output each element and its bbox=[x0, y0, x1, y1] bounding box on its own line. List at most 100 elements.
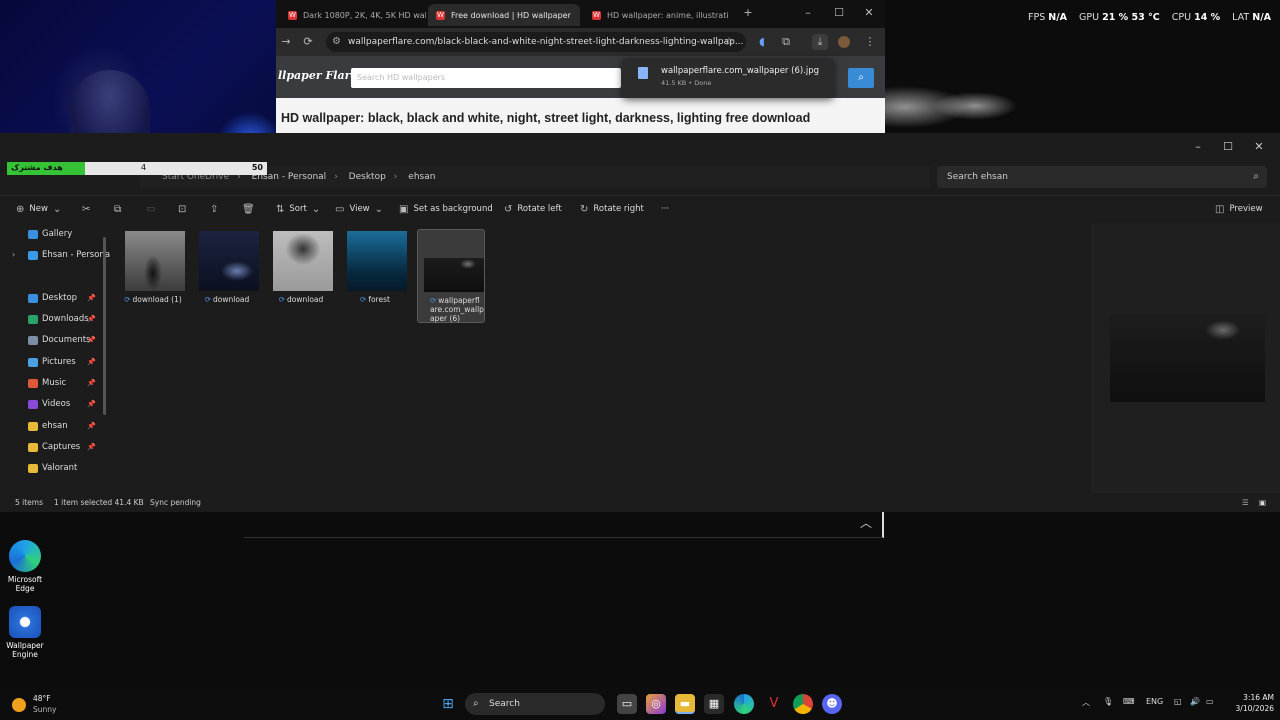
cpu-value: 14 % bbox=[1194, 12, 1221, 23]
minimize-button[interactable]: – bbox=[800, 5, 816, 21]
bookmark-star-icon[interactable]: ☆ bbox=[721, 34, 737, 50]
sidebar-item-captures[interactable]: Captures 📌 bbox=[28, 438, 104, 456]
valorant-icon[interactable]: V bbox=[764, 694, 784, 714]
sidebar-item-gallery[interactable]: Gallery bbox=[28, 225, 104, 243]
sidebar-item-pictures[interactable]: Pictures 📌 bbox=[28, 353, 104, 371]
close-window-button[interactable]: ✕ bbox=[861, 5, 877, 21]
download-icon bbox=[28, 314, 38, 324]
navigation-pane: Gallery Ehsan - Persona › Desktop 📌 Downl… bbox=[0, 223, 110, 493]
rotate-left-button[interactable]: ↺ Rotate left bbox=[504, 200, 562, 218]
taskbar-search[interactable]: ⌕ Search bbox=[465, 693, 605, 715]
extension-icon[interactable]: ◖ bbox=[754, 34, 770, 50]
sidebar-item-documents[interactable]: Documents 📌 bbox=[28, 331, 104, 349]
profile-avatar[interactable] bbox=[838, 36, 850, 48]
file-item-selected[interactable]: ⟳ wallpaperflare.com_wallpaper (6) bbox=[417, 229, 485, 323]
download-filename[interactable]: wallpaperflare.com_wallpaper (6).jpg bbox=[661, 66, 819, 76]
address-bar[interactable]: ⚙ wallpaperflare.com/black-black-and-whi… bbox=[326, 32, 746, 52]
reload-icon[interactable]: ⟳ bbox=[300, 34, 316, 50]
menu-kebab-icon[interactable]: ⋮ bbox=[862, 34, 878, 50]
tray-overflow-icon[interactable]: ︿ bbox=[1082, 697, 1090, 708]
download-popup[interactable]: wallpaperflare.com_wallpaper (6).jpg 41.… bbox=[622, 58, 834, 98]
volume-icon[interactable]: 🔊 bbox=[1190, 697, 1200, 706]
site-info-icon[interactable]: ⚙ bbox=[332, 32, 341, 52]
share-button[interactable]: ⇪ bbox=[210, 200, 218, 218]
view-label: View bbox=[349, 204, 370, 214]
edge-icon[interactable] bbox=[734, 694, 754, 714]
breadcrumb-item[interactable]: ehsan bbox=[408, 172, 435, 182]
sidebar-item-music[interactable]: Music 📌 bbox=[28, 374, 104, 392]
sidebar-item-downloads[interactable]: Downloads 📌 bbox=[28, 310, 104, 328]
details-view-icon[interactable]: ☰ bbox=[1242, 493, 1249, 512]
desktop-shortcut-edge[interactable]: Microsoft Edge bbox=[0, 540, 50, 593]
breadcrumb-item[interactable]: Desktop bbox=[349, 172, 386, 182]
sidebar-item-label: Videos bbox=[42, 399, 71, 409]
tiles-view-icon[interactable]: ▣ bbox=[1259, 493, 1266, 512]
site-logo[interactable]: llpaper Flare bbox=[278, 69, 357, 82]
site-search-input[interactable]: Search HD wallpapers bbox=[351, 68, 621, 88]
explorer-search-input[interactable]: Search ehsan ⌕ bbox=[937, 166, 1267, 188]
discord-icon[interactable]: ☻ bbox=[822, 694, 842, 714]
rotate-right-button[interactable]: ↻ Rotate right bbox=[580, 200, 644, 218]
forward-icon[interactable]: → bbox=[278, 34, 294, 50]
page-heading: HD wallpaper: black, black and white, ni… bbox=[281, 111, 811, 125]
rename-button[interactable]: ⊡ bbox=[178, 200, 186, 218]
language-indicator[interactable]: ENG bbox=[1146, 697, 1163, 706]
keyboard-icon[interactable]: ⌨ bbox=[1123, 697, 1135, 706]
network-icon[interactable]: ◱ bbox=[1174, 697, 1182, 706]
maximize-button[interactable]: ☐ bbox=[1213, 137, 1243, 157]
tab-anime-wallpaper[interactable]: W HD wallpaper: anime, illustrati ✕ bbox=[584, 4, 736, 26]
copilot-icon[interactable]: ◎ bbox=[646, 694, 666, 714]
paste-button[interactable]: ▭ bbox=[146, 200, 155, 218]
sidebar-item-valorant[interactable]: Valorant bbox=[28, 459, 104, 477]
store-icon[interactable]: ▦ bbox=[704, 694, 724, 714]
minimize-button[interactable]: – bbox=[1183, 137, 1213, 157]
tab-dark-wallpapers[interactable]: W Dark 1080P, 2K, 4K, 5K HD wal ✕ bbox=[280, 4, 426, 26]
desktop-shortcut-wallpaper-engine[interactable]: Wallpaper Engine bbox=[0, 606, 50, 659]
sidebar-item-videos[interactable]: Videos 📌 bbox=[28, 395, 104, 413]
sidebar-item-ehsan[interactable]: ehsan 📌 bbox=[28, 417, 104, 435]
weather-widget[interactable]: 48°F Sunny bbox=[12, 692, 82, 718]
cut-button[interactable]: ✂ bbox=[82, 200, 90, 218]
view-button[interactable]: ▭ View ⌄ bbox=[335, 200, 383, 218]
clock[interactable]: 3:16 AM 3/10/2026 bbox=[1218, 692, 1274, 714]
tab-free-download[interactable]: W Free download | HD wallpaper ✕ bbox=[428, 4, 580, 26]
new-tab-button[interactable]: + bbox=[740, 5, 756, 21]
download-icon[interactable]: ⤓ bbox=[812, 34, 828, 50]
preview-label: Preview bbox=[1229, 204, 1263, 214]
close-window-button[interactable]: ✕ bbox=[1244, 137, 1274, 157]
more-options-button[interactable]: ··· bbox=[661, 200, 669, 218]
start-button[interactable]: ⊞ bbox=[438, 694, 458, 714]
sidebar-item-desktop[interactable]: Desktop 📌 bbox=[28, 289, 104, 307]
chevron-up-icon[interactable]: ︿ bbox=[860, 514, 872, 531]
copy-icon: ⧉ bbox=[114, 203, 122, 215]
maximize-button[interactable]: ☐ bbox=[831, 5, 847, 21]
file-item[interactable]: ⟳ download bbox=[193, 229, 261, 323]
cpu-label: CPU bbox=[1171, 12, 1192, 23]
site-search-button[interactable]: ⌕ bbox=[848, 68, 874, 88]
sort-button[interactable]: ⇅ Sort ⌄ bbox=[276, 200, 320, 218]
chevron-right-icon[interactable]: › bbox=[12, 250, 15, 259]
fps-value: N/A bbox=[1048, 12, 1068, 23]
set-background-button[interactable]: ▣ Set as background bbox=[399, 200, 493, 218]
file-item[interactable]: ⟳ forest bbox=[341, 229, 409, 323]
browser-toolbar: → ⟳ ⚙ wallpaperflare.com/black-black-and… bbox=[276, 28, 885, 56]
copy-button[interactable]: ⧉ bbox=[114, 200, 121, 218]
file-explorer-icon[interactable]: ▬ bbox=[675, 694, 695, 714]
chrome-icon[interactable] bbox=[793, 694, 813, 714]
pin-icon: 📌 bbox=[87, 358, 96, 366]
sidebar-item-onedrive[interactable]: Ehsan - Persona bbox=[28, 246, 110, 264]
task-view-button[interactable]: ▭ bbox=[617, 694, 637, 714]
set-background-label: Set as background bbox=[413, 204, 493, 214]
extensions-puzzle-icon[interactable]: ⧉ bbox=[778, 34, 794, 50]
file-item[interactable]: ⟳ download bbox=[267, 229, 335, 323]
delete-button[interactable]: 🗑 bbox=[242, 200, 255, 218]
preview-toggle-button[interactable]: ◫ Preview bbox=[1215, 200, 1263, 218]
file-item[interactable]: ⟳ download (1) bbox=[119, 229, 187, 323]
new-button[interactable]: ⊕ New ⌄ bbox=[16, 200, 61, 218]
microphone-icon[interactable]: 🎙 bbox=[1103, 697, 1113, 706]
music-icon bbox=[28, 378, 38, 388]
battery-icon[interactable]: ▭ bbox=[1206, 697, 1214, 706]
scrollbar[interactable] bbox=[103, 237, 106, 415]
sidebar-item-label: Pictures bbox=[42, 357, 76, 367]
rotate-right-icon: ↻ bbox=[580, 203, 589, 215]
